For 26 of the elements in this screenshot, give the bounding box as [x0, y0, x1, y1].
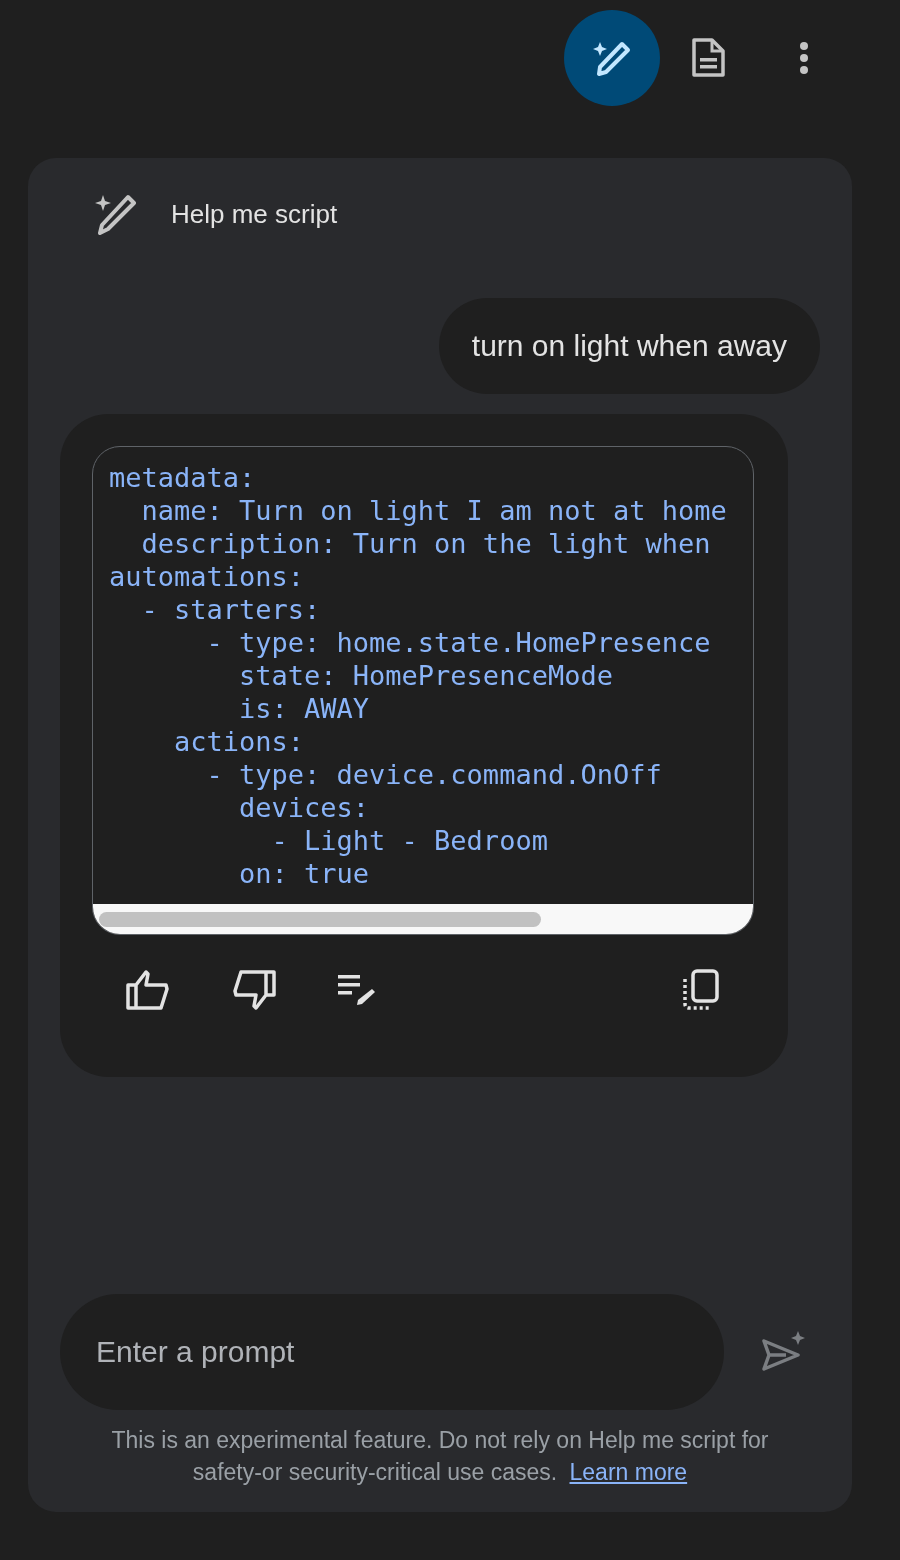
thumbs-down-button[interactable] — [232, 969, 276, 1011]
code-line: description: Turn on the light when — [140, 527, 712, 560]
more-icon — [798, 40, 810, 76]
code-line: on: true — [238, 857, 371, 890]
code-line: actions: — [173, 725, 306, 758]
panel-title: Help me script — [171, 198, 338, 230]
code-line: - starters: — [140, 593, 322, 626]
edit-button[interactable] — [338, 973, 376, 1007]
code-line: devices: — [238, 791, 371, 824]
code-line: is: AWAY — [238, 692, 371, 725]
disclaimer-text: This is an experimental feature. Do not rely on Help me script for safety-or security-critical use cases. Learn more — [110, 1426, 770, 1487]
code-line: automations: — [109, 560, 306, 593]
code-line: state: HomePresenceMode — [238, 659, 614, 692]
thumbs-up-button[interactable] — [126, 969, 170, 1011]
code-line: - type: home.state.HomePresence — [205, 626, 712, 659]
learn-more-link[interactable]: Learn more — [569, 1459, 688, 1485]
prompt-field[interactable]: Enter a prompt — [60, 1294, 724, 1410]
magic-pencil-icon — [94, 193, 138, 235]
code-line: metadata: — [109, 461, 257, 494]
code-line: name: Turn on light I am not at home — [140, 494, 728, 527]
copy-button[interactable] — [682, 969, 720, 1011]
code-line: - type: device.command.OnOff — [205, 758, 663, 791]
user-message: turn on light when away — [438, 298, 820, 394]
horizontal-scrollbar[interactable] — [93, 904, 753, 934]
code-line: - Light - Bedroom — [270, 824, 549, 857]
document-icon — [690, 38, 726, 78]
